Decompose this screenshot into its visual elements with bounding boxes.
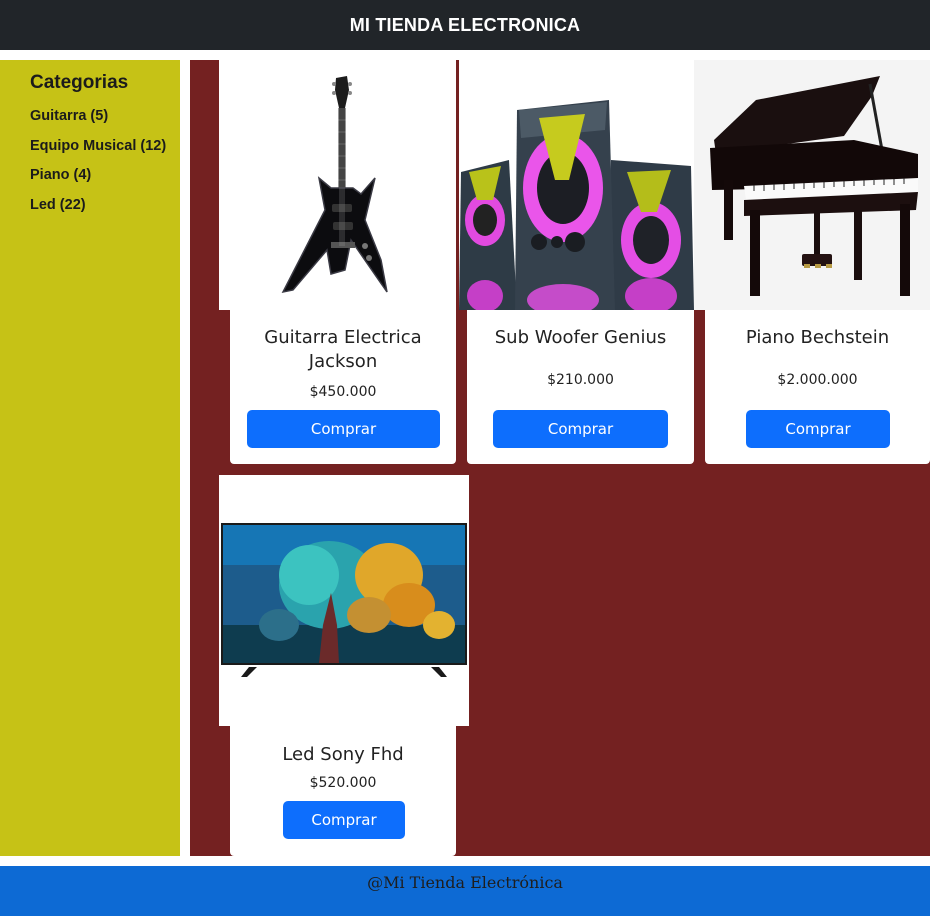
product-card: Sub Woofer Genius $210.000 Comprar <box>459 60 694 464</box>
product-name: Guitarra Electrica Jackson <box>264 327 422 372</box>
product-grid: Guitarra Electrica Jackson $450.000 Comp… <box>190 60 930 856</box>
product-card: Led Sony Fhd $520.000 Comprar <box>219 475 469 856</box>
product-price: $2.000.000 <box>777 372 858 388</box>
top-navbar: MI TIENDA ELECTRONICA <box>0 0 930 50</box>
category-led[interactable]: Led (22) <box>30 195 180 225</box>
speakers-image <box>459 60 694 310</box>
store-title: MI TIENDA ELECTRONICA <box>349 14 581 35</box>
category-list: Guitarra (5) Equipo Musical (12) Piano (… <box>30 106 180 224</box>
guitar-image <box>219 60 456 310</box>
product-price: $520.000 <box>309 775 377 791</box>
product-price: $450.000 <box>309 384 377 400</box>
category-piano[interactable]: Piano (4) <box>30 165 180 195</box>
category-guitarra[interactable]: Guitarra (5) <box>30 106 180 136</box>
product-name: Led Sony Fhd <box>282 744 404 765</box>
product-card: Guitarra Electrica Jackson $450.000 Comp… <box>219 60 456 464</box>
product-name: Piano Bechstein <box>745 327 890 348</box>
tv-image <box>219 475 469 726</box>
product-name: Sub Woofer Genius <box>494 327 667 348</box>
buy-button[interactable]: Comprar <box>746 410 890 448</box>
categories-heading: Categorias <box>30 72 129 93</box>
footer-text: @Mi Tienda Electrónica <box>367 873 563 892</box>
piano-image <box>694 60 930 310</box>
page-footer: @Mi Tienda Electrónica <box>0 866 930 916</box>
buy-button[interactable]: Comprar <box>283 801 405 839</box>
product-card: Piano Bechstein $2.000.000 Comprar <box>694 60 930 464</box>
category-sidebar: Categorias Guitarra (5) Equipo Musical (… <box>0 60 180 856</box>
product-price: $210.000 <box>547 372 614 388</box>
category-equipo-musical[interactable]: Equipo Musical (12) <box>30 136 180 166</box>
buy-button[interactable]: Comprar <box>493 410 668 448</box>
buy-button[interactable]: Comprar <box>247 410 440 448</box>
